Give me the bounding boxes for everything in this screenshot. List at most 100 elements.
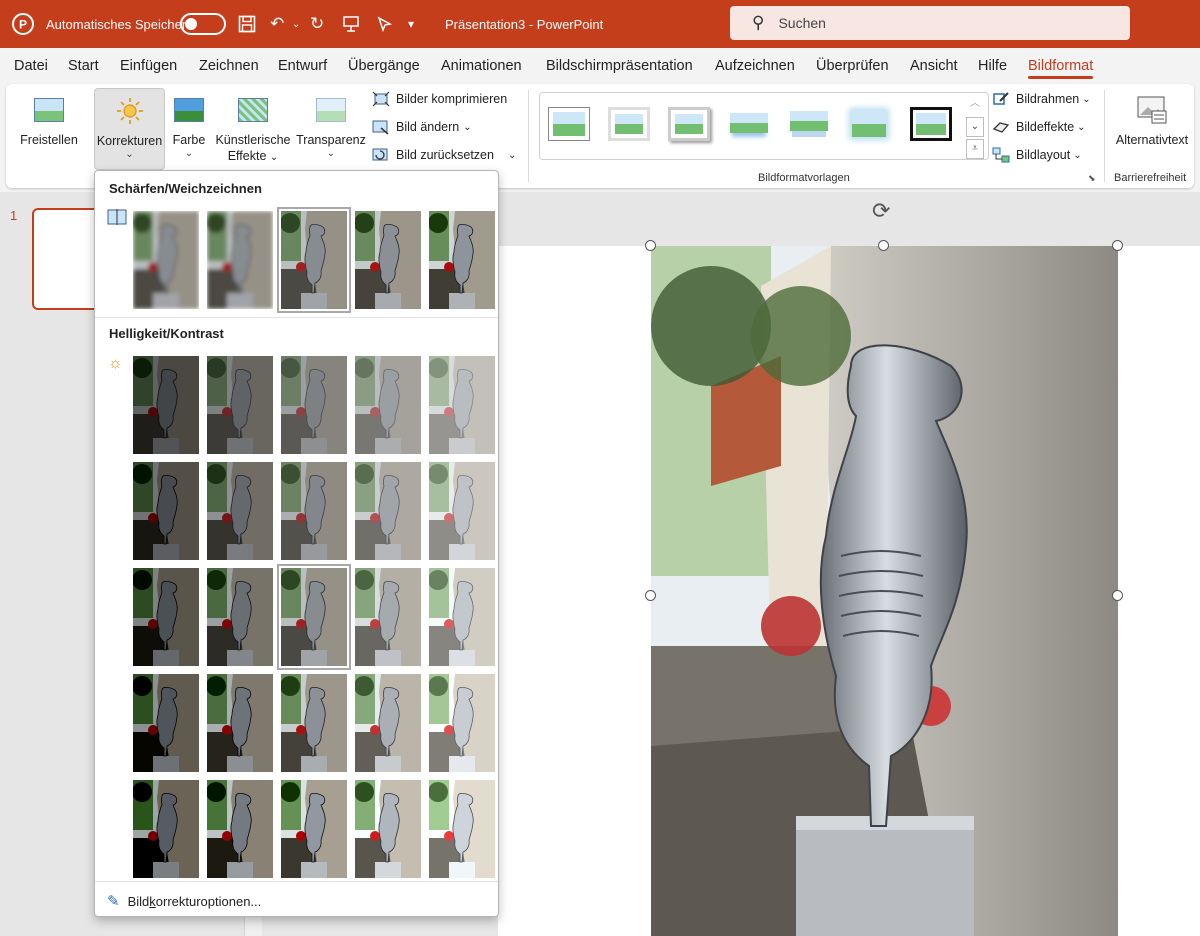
resize-handle-left[interactable] xyxy=(645,590,656,601)
brightness-contrast-option-r2-c5[interactable] xyxy=(429,462,495,560)
alternativtext-button[interactable]: Alternativtext xyxy=(1110,88,1194,148)
resize-handle-top[interactable] xyxy=(878,240,889,251)
brightness-contrast-option-r4-c2[interactable] xyxy=(207,674,273,772)
chevron-down-icon: ⌄ xyxy=(184,148,194,159)
presentation-icon[interactable] xyxy=(342,0,360,48)
bildkorrekturoptionen-item[interactable]: ✎ Bildkorrekturoptionen... xyxy=(107,892,261,910)
save-icon[interactable] xyxy=(238,0,256,48)
redo-icon[interactable]: ↻ xyxy=(310,0,324,48)
tab-entwurf[interactable]: Entwurf xyxy=(278,58,327,74)
brightness-contrast-option-r2-c2[interactable] xyxy=(207,462,273,560)
powerpoint-logo-icon: P xyxy=(12,0,34,48)
brightness-contrast-option-r5-c2[interactable] xyxy=(207,780,273,878)
brightness-contrast-option-r5-c3[interactable] xyxy=(281,780,347,878)
tab-bildformat[interactable]: Bildformat xyxy=(1028,58,1094,79)
autosave-label: Automatisches Speichern xyxy=(46,16,194,32)
tab-uebergaenge[interactable]: Übergänge xyxy=(348,58,420,74)
picture-layout-icon xyxy=(992,147,1012,163)
bildrahmen-label: Bildrahmen xyxy=(1016,92,1080,106)
tab-start[interactable]: Start xyxy=(68,58,99,74)
brightness-contrast-option-r4-c1[interactable] xyxy=(133,674,199,772)
brightness-contrast-option-r4-c4[interactable] xyxy=(355,674,421,772)
brightness-contrast-option-r1-c4[interactable] xyxy=(355,356,421,454)
bilder-komprimieren-button[interactable]: Bilder komprimieren xyxy=(372,91,507,107)
brightness-contrast-option-r1-c3[interactable] xyxy=(281,356,347,454)
chevron-down-icon: ⌄ xyxy=(1073,149,1082,161)
title-bar: P Automatisches Speichern ↶ ⌄ ↻ ▾ Präsen… xyxy=(0,0,1200,48)
rotate-handle-icon[interactable]: ⟳ xyxy=(872,198,890,224)
style-thumb-4[interactable] xyxy=(728,107,770,141)
brightness-contrast-option-r3-c5[interactable] xyxy=(429,568,495,666)
group-separator xyxy=(1104,90,1105,182)
gallery-more-icon[interactable]: ⩡ xyxy=(966,139,984,159)
gallery-down-icon[interactable]: ⌄ xyxy=(966,117,984,137)
kuenstlerische-label: Künstlerische xyxy=(215,133,291,147)
slide-number: 1 xyxy=(10,208,18,223)
tab-datei[interactable]: Datei xyxy=(14,58,48,74)
brightness-contrast-option-r4-c5[interactable] xyxy=(429,674,495,772)
tab-ueberpruefen[interactable]: Überprüfen xyxy=(816,58,889,74)
sharpen-option-1[interactable] xyxy=(133,211,199,309)
style-thumb-3[interactable] xyxy=(668,107,710,141)
tab-aufzeichnen[interactable]: Aufzeichnen xyxy=(715,58,795,74)
brightness-contrast-option-r2-c4[interactable] xyxy=(355,462,421,560)
bildlayout-button[interactable]: Bildlayout ⌄ xyxy=(992,147,1082,163)
brightness-contrast-option-r3-c2[interactable] xyxy=(207,568,273,666)
autosave-toggle[interactable] xyxy=(180,13,226,35)
color-picture-icon xyxy=(169,88,209,132)
freistellen-button[interactable]: Freistellen xyxy=(14,88,84,148)
remove-background-icon xyxy=(14,88,84,132)
style-thumb-7[interactable] xyxy=(910,107,952,141)
dialog-launcher-icon[interactable]: ⬊ xyxy=(1088,173,1096,184)
brightness-contrast-option-r1-c1[interactable] xyxy=(133,356,199,454)
tab-ansicht[interactable]: Ansicht xyxy=(910,58,958,74)
resize-handle-top-left[interactable] xyxy=(645,240,656,251)
kuenstlerische-effekte-button[interactable]: Künstlerische Effekte ⌄ xyxy=(214,88,292,166)
bildeffekte-button[interactable]: Bildeffekte ⌄ xyxy=(992,119,1086,135)
search-box[interactable]: ⚲ Suchen xyxy=(730,6,1130,40)
brightness-contrast-option-r5-c4[interactable] xyxy=(355,780,421,878)
touch-mode-icon[interactable] xyxy=(376,0,394,48)
gallery-up-icon[interactable]: ︿ xyxy=(966,95,984,115)
tab-zeichnen[interactable]: Zeichnen xyxy=(199,58,259,74)
korrekturen-button[interactable]: Korrekturen ⌄ xyxy=(94,88,165,170)
picture-border-icon xyxy=(992,91,1012,107)
tab-hilfe[interactable]: Hilfe xyxy=(978,58,1007,74)
resize-handle-right[interactable] xyxy=(1112,590,1123,601)
farbe-button[interactable]: Farbe ⌄ xyxy=(169,88,209,160)
tab-bildschirmpraesentation[interactable]: Bildschirmpräsentation xyxy=(546,58,693,74)
tab-einfuegen[interactable]: Einfügen xyxy=(120,58,177,74)
style-thumb-6[interactable] xyxy=(848,107,890,141)
undo-dropdown-icon[interactable]: ⌄ xyxy=(292,0,300,48)
brightness-contrast-option-r1-c5[interactable] xyxy=(429,356,495,454)
brightness-contrast-option-r5-c1[interactable] xyxy=(133,780,199,878)
brightness-contrast-option-r3-c1[interactable] xyxy=(133,568,199,666)
sharpen-option-5[interactable] xyxy=(429,211,495,309)
brightness-contrast-option-r5-c5[interactable] xyxy=(429,780,495,878)
chevron-down-icon: ⌄ xyxy=(463,121,472,133)
resize-handle-top-right[interactable] xyxy=(1112,240,1123,251)
transparenz-button[interactable]: Transparenz ⌄ xyxy=(296,88,366,160)
undo-icon[interactable]: ↶ xyxy=(270,0,284,48)
brightness-contrast-option-r4-c3[interactable] xyxy=(281,674,347,772)
bild-zuruecksetzen-button[interactable]: Bild zurücksetzen ⌄ xyxy=(372,147,516,163)
sharpen-option-2[interactable] xyxy=(207,211,273,309)
style-thumb-1[interactable] xyxy=(548,107,590,141)
selected-picture[interactable] xyxy=(651,246,1118,936)
bildrahmen-button[interactable]: Bildrahmen ⌄ xyxy=(992,91,1091,107)
sharpen-option-4[interactable] xyxy=(355,211,421,309)
style-thumb-5[interactable] xyxy=(788,107,830,141)
brightness-contrast-option-r1-c2[interactable] xyxy=(207,356,273,454)
change-picture-icon xyxy=(372,119,392,135)
picture-correction-options-icon: ✎ xyxy=(107,893,120,910)
brightness-contrast-option-r3-c4[interactable] xyxy=(355,568,421,666)
customize-toolbar-icon[interactable]: ▾ xyxy=(408,0,414,48)
style-thumb-2[interactable] xyxy=(608,107,650,141)
bild-aendern-button[interactable]: Bild ändern ⌄ xyxy=(372,119,472,135)
brightness-contrast-option-r3-c3[interactable] xyxy=(277,564,351,670)
sharpen-option-3[interactable] xyxy=(277,207,351,313)
bildkorrekturoptionen-label: Bildkorrekturoptionen... xyxy=(127,893,262,909)
tab-animationen[interactable]: Animationen xyxy=(441,58,522,74)
brightness-contrast-option-r2-c1[interactable] xyxy=(133,462,199,560)
brightness-contrast-option-r2-c3[interactable] xyxy=(281,462,347,560)
